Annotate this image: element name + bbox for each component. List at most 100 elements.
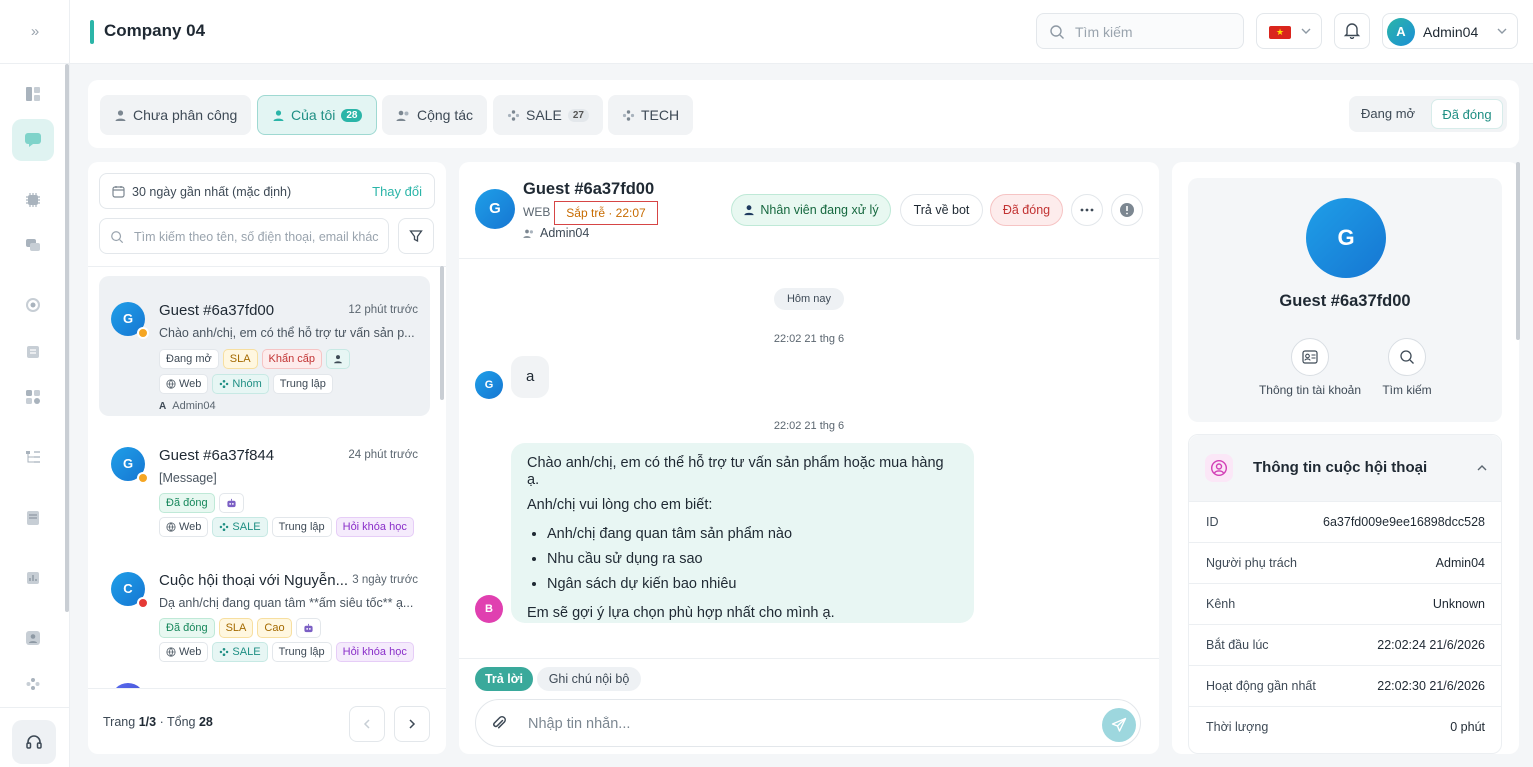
bot-message-outro: Em sẽ gợi ý lựa chọn phù hợp nhất cho mì… [527,605,835,621]
info-row-channel: Kênh Unknown [1189,583,1501,624]
tab-count-badge: 28 [341,108,363,122]
pagination: Trang 1/3 · Tổng 28 [88,688,446,754]
bot-message: Chào anh/chị, em có thể hỗ trợ tư vấn sả… [511,443,974,623]
account-info-label: Thông tin tài khoản [1258,383,1362,397]
closed-status-button[interactable]: Đã đóng [990,194,1063,226]
document-icon[interactable] [22,341,44,363]
apps-icon[interactable] [22,386,44,408]
chevron-down-icon [1495,24,1509,41]
message-input[interactable] [528,714,1068,734]
bot-message-point: Nhu cầu sử dụng ra sao [547,547,958,572]
global-search[interactable] [1036,13,1244,49]
team-icon[interactable] [22,673,44,695]
workflow-icon[interactable] [22,446,44,468]
robot-icon [227,498,236,508]
team-icon [220,380,229,388]
tab-reply[interactable]: Trả lời [475,667,533,691]
user-menu[interactable]: A Admin04 [1382,13,1518,49]
global-search-input[interactable] [1075,22,1235,42]
info-alert-button[interactable] [1111,194,1143,226]
tab-mine[interactable]: Của tôi 28 [257,95,378,135]
reports-icon[interactable] [22,567,44,589]
handling-status-button[interactable]: Nhân viên đang xử lý [731,194,891,226]
team-icon [220,523,229,531]
rail-scrollbar[interactable] [65,64,69,612]
language-selector[interactable]: ★ [1256,13,1322,49]
attachment-icon[interactable] [490,714,508,735]
tab-unassigned[interactable]: Chưa phân công [100,95,252,135]
return-to-bot-button[interactable]: Trả về bot [900,194,983,226]
chip-icon[interactable] [22,189,44,211]
bot-badge [218,493,244,513]
conversations-icon[interactable] [12,119,54,161]
meta-tags: Web Nhóm Trung lập [159,374,333,394]
account-info-action[interactable]: Thông tin tài khoản [1255,338,1365,397]
chevron-up-icon[interactable] [1475,461,1489,478]
notifications-button[interactable] [1334,13,1370,49]
prev-page-button[interactable] [349,706,385,742]
sla-badge: SLA [218,618,254,638]
vietnam-flag-icon: ★ [1269,26,1291,39]
info-row-last-activity: Hoạt động gần nhất 22:02:30 21/6/2026 [1189,665,1501,706]
next-page-button[interactable] [394,706,430,742]
chevron-right-icon [409,719,416,729]
group-badge: Nhóm [212,374,269,394]
info-value: 22:02:30 21/6/2026 [1377,679,1485,693]
bot-message-intro: Chào anh/chị, em có thể hỗ trợ tư vấn sả… [527,455,944,488]
info-row-duration: Thời lượng 0 phút [1189,706,1501,747]
conversation-info-header[interactable]: Thông tin cuộc hội thoại [1189,435,1501,501]
calendar-icon [112,185,125,201]
guest-message: a [511,356,549,398]
list-scrollbar[interactable] [440,266,444,400]
conversation-list[interactable]: G Guest #6a37fd00 12 phút trước Chào anh… [88,266,438,688]
tab-sale[interactable]: SALE 27 [493,95,603,135]
list-item[interactable]: G Guest #6a37fd00 12 phút trước Chào anh… [99,276,430,416]
status-badge: Đã đóng [159,618,215,638]
tab-internal-note[interactable]: Ghi chú nội bộ [537,667,641,691]
contact-icon[interactable] [22,627,44,649]
expand-sidebar-icon[interactable]: » [24,22,46,42]
people-icon [523,229,533,238]
date-range-label: 30 ngày gần nhất (mặc định) [132,185,292,199]
toggle-closed[interactable]: Đã đóng [1431,99,1503,129]
date-range-filter[interactable]: 30 ngày gần nhất (mặc định) Thay đổi [99,173,435,209]
team-label: SALE [232,646,261,658]
conversation-search[interactable] [99,218,389,254]
conversation-name: Cuộc hội thoại với Nguyễn... [159,572,349,589]
message-timestamp: 22:02 21 thg 6 [773,420,845,432]
composer-divider [459,658,1159,659]
send-button[interactable] [1102,708,1136,742]
status-badge: Đã đóng [159,493,215,513]
filter-button[interactable] [398,218,434,254]
support-headset-icon[interactable] [12,720,56,764]
search-action[interactable]: Tìm kiếm [1352,338,1462,397]
toggle-open[interactable]: Đang mở [1361,99,1415,129]
globe-icon [166,647,176,657]
status-tags: Đã đóng [159,493,244,513]
more-options-button[interactable] [1071,194,1103,226]
list-item[interactable]: G Guest #6a37f844 24 phút trước [Message… [99,421,430,537]
globe-icon [166,379,176,389]
conversation-search-input[interactable] [134,228,382,246]
details-scrollbar[interactable] [1516,162,1520,340]
title-accent-bar [90,20,94,44]
list-item[interactable]: C Cuộc hội thoại với Nguyễn... 3 ngày tr… [99,546,430,662]
conversation-info-section: Thông tin cuộc hội thoại ID 6a37fd009e9e… [1188,434,1502,754]
search-icon [1049,24,1065,43]
info-key: Thời lượng [1206,720,1269,734]
tab-tech[interactable]: TECH [608,95,694,135]
sentiment-badge: Trung lập [271,517,332,537]
dashboard-icon[interactable] [22,83,44,105]
target-icon[interactable] [22,294,44,316]
info-row-owner: Người phụ trách Admin04 [1189,542,1501,583]
date-range-change-link[interactable]: Thay đổi [372,184,422,199]
page-number: 1/3 [138,715,157,729]
storage-icon[interactable] [22,507,44,529]
assigned-agent: A Admin04 [159,400,216,412]
conversation-time: 3 ngày trước [352,574,418,586]
user-circle-icon [1205,454,1233,482]
tab-collaborating[interactable]: Cộng tác [382,95,488,135]
chat-bubbles-icon[interactable] [22,234,44,256]
list-item[interactable] [99,671,430,688]
sentiment-badge: Trung lập [272,374,333,394]
